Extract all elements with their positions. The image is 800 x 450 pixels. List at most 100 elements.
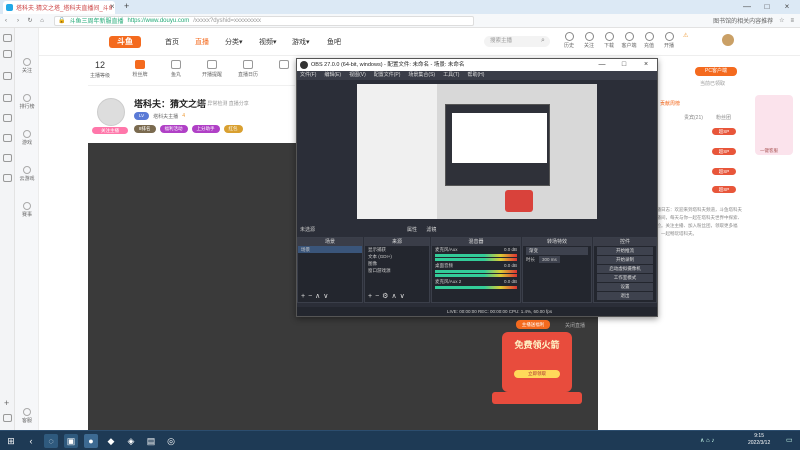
header-recharge[interactable]: 充值 — [641, 32, 657, 49]
ranking-tab-vip[interactable]: 贵宾(21) — [684, 114, 703, 121]
host-avatar[interactable] — [97, 98, 125, 126]
tray-icons[interactable]: ∧ ⌂ ♪ — [700, 437, 714, 444]
pc-client-button[interactable]: PC客户端 — [695, 67, 737, 76]
obs-maximize-button[interactable]: □ — [613, 59, 635, 71]
obs-menu-profile[interactable]: 配置文件(P) — [374, 71, 401, 80]
rocket-promo[interactable]: 主播送福利 免费领火箭 立即领取 — [492, 320, 582, 406]
obs-menu-scene-collection[interactable]: 场景集合(S) — [408, 71, 435, 80]
room-tag[interactable]: 红包 — [223, 125, 243, 133]
obs-menu-tools[interactable]: 工具(T) — [443, 71, 459, 80]
search-suggest-text[interactable]: 图书馆的相关内容推荐 — [713, 16, 773, 25]
search-icon[interactable]: ⌕ — [541, 37, 545, 45]
volume-slider[interactable] — [435, 274, 517, 277]
obs-close-button[interactable]: × — [635, 59, 657, 71]
nav-link-game[interactable]: 游戏▾ — [292, 37, 310, 47]
browser-icon[interactable]: ◎ — [164, 434, 178, 448]
start-icon[interactable]: ⊞ — [4, 434, 18, 448]
new-tab-button[interactable]: + — [124, 0, 129, 13]
obs-menu-file[interactable]: 文件(F) — [300, 71, 316, 80]
game-icon[interactable]: ◈ — [124, 434, 138, 448]
anchor-category[interactable]: 塔科夫主播 — [153, 113, 178, 120]
nav-link-home[interactable]: 首页 — [165, 37, 179, 47]
ranking-tab-week[interactable]: 贡献周榜 — [660, 100, 680, 107]
refresh-icon[interactable]: ↻ — [24, 17, 36, 24]
add-icon[interactable]: + — [4, 398, 9, 408]
nav-games[interactable]: 游戏 — [15, 130, 39, 146]
user-avatar[interactable] — [722, 34, 734, 46]
scenes-controls[interactable]: +−∧∨ — [301, 292, 331, 300]
source-item[interactable]: 图像 — [365, 260, 429, 267]
apps-icon[interactable] — [3, 174, 12, 182]
obs-menu-edit[interactable]: 编辑(E) — [324, 71, 341, 80]
header-history[interactable]: 历史 — [561, 32, 577, 49]
scene-item[interactable]: 场景 — [298, 246, 362, 253]
search-icon[interactable] — [3, 72, 12, 80]
exit-button[interactable]: 退出 — [597, 292, 653, 300]
url-input[interactable]: 🔒 斗鱼三周年新服直播 https://www.douyu.com /xxxxx… — [54, 15, 474, 26]
nav-shortcut[interactable]: 客服 — [15, 408, 39, 424]
chat-icon[interactable] — [3, 134, 12, 142]
source-item[interactable]: 文本 (GDI+) — [365, 253, 429, 260]
volume-meter[interactable] — [435, 270, 517, 273]
studio-mode-button[interactable]: 工作室模式 — [597, 274, 653, 282]
nav-link-video[interactable]: 视频▾ — [259, 37, 277, 47]
stat-fans-badge[interactable]: 粉丝牌 — [128, 60, 152, 78]
obs-minimize-button[interactable]: — — [591, 59, 613, 71]
star-icon[interactable]: ☆ — [779, 17, 784, 24]
promo-claim-button[interactable]: 立即领取 — [514, 370, 560, 378]
favorites-icon[interactable] — [3, 34, 12, 42]
obs-menu-view[interactable]: 视图(V) — [349, 71, 366, 80]
folder-icon[interactable]: ▤ — [144, 434, 158, 448]
stat-calendar[interactable]: 直播日历 — [236, 60, 260, 78]
nav-link-category[interactable]: 分类▾ — [225, 37, 243, 47]
promo-anime-girl[interactable] — [755, 95, 793, 155]
room-tag[interactable]: 上分助手 — [191, 125, 220, 133]
room-tag[interactable]: 8排名 — [134, 125, 156, 133]
download-icon[interactable] — [3, 114, 12, 122]
browser-tab[interactable]: 塔科夫·猜文之塔_塔科夫直播间_斗鱼直播 — [3, 1, 115, 14]
back-icon[interactable]: ‹ — [0, 18, 12, 24]
virtual-camera-button[interactable]: 启动虚拟摄像机 — [597, 265, 653, 273]
close-button[interactable]: × — [780, 0, 794, 13]
obs-preview[interactable] — [357, 84, 597, 219]
nav-recommend[interactable]: 排行榜 — [15, 94, 39, 110]
stat-gift[interactable] — [272, 60, 296, 71]
start-recording-button[interactable]: 开始录制 — [597, 256, 653, 264]
forward-icon[interactable]: › — [12, 18, 24, 24]
nav-follow[interactable]: 关注 — [15, 58, 39, 74]
header-download[interactable]: 下载 — [601, 32, 617, 49]
obs-menu-help[interactable]: 帮助(H) — [467, 71, 484, 80]
duration-input[interactable]: 300 ms — [539, 256, 560, 263]
header-client[interactable]: 客户端 — [621, 32, 637, 49]
nav-platform[interactable]: 云游戏 — [15, 166, 39, 182]
system-clock[interactable]: 9:15 2022/3/12 — [748, 433, 770, 447]
douyu-logo[interactable]: 斗鱼 — [109, 36, 141, 48]
settings-icon[interactable] — [3, 414, 12, 422]
nav-video[interactable]: 赛事 — [15, 202, 39, 218]
back-icon[interactable]: ‹ — [24, 434, 38, 448]
filters-button[interactable]: 滤镜 — [426, 227, 436, 233]
stat-fish-ball[interactable]: 鱼丸 — [164, 60, 188, 78]
history-icon[interactable] — [3, 50, 12, 58]
volume-meter[interactable] — [435, 254, 517, 257]
properties-button[interactable]: 属性 — [407, 227, 417, 233]
notification-icon[interactable]: ▭ — [786, 436, 793, 444]
volume-slider[interactable] — [435, 258, 517, 261]
minimize-button[interactable]: — — [740, 0, 754, 13]
source-item[interactable]: 显示捕获 — [365, 246, 429, 253]
tab-close-icon[interactable]: × — [110, 0, 115, 13]
ranking-tab-fans[interactable]: 粉丝团 — [716, 114, 731, 121]
app-icon[interactable]: ◆ — [104, 434, 118, 448]
notes-icon[interactable] — [3, 94, 12, 102]
room-actions[interactable]: 举报 异常检测 直播分享 — [196, 100, 249, 107]
source-item[interactable]: 窗口游戏源 — [365, 267, 429, 274]
search-icon[interactable]: ◌ — [44, 434, 58, 448]
header-follow[interactable]: 关注 — [581, 32, 597, 49]
anime-caption[interactable]: 一键客服 — [760, 148, 778, 154]
transition-select[interactable]: 渐变 — [526, 247, 588, 255]
nav-link-yuba[interactable]: 鱼吧 — [327, 37, 341, 47]
sources-controls[interactable]: +−⚙∧∨ — [368, 292, 408, 300]
cart-icon[interactable] — [3, 154, 12, 162]
menu-icon[interactable]: ≡ — [790, 18, 794, 24]
home-icon[interactable]: ⌂ — [36, 18, 48, 24]
